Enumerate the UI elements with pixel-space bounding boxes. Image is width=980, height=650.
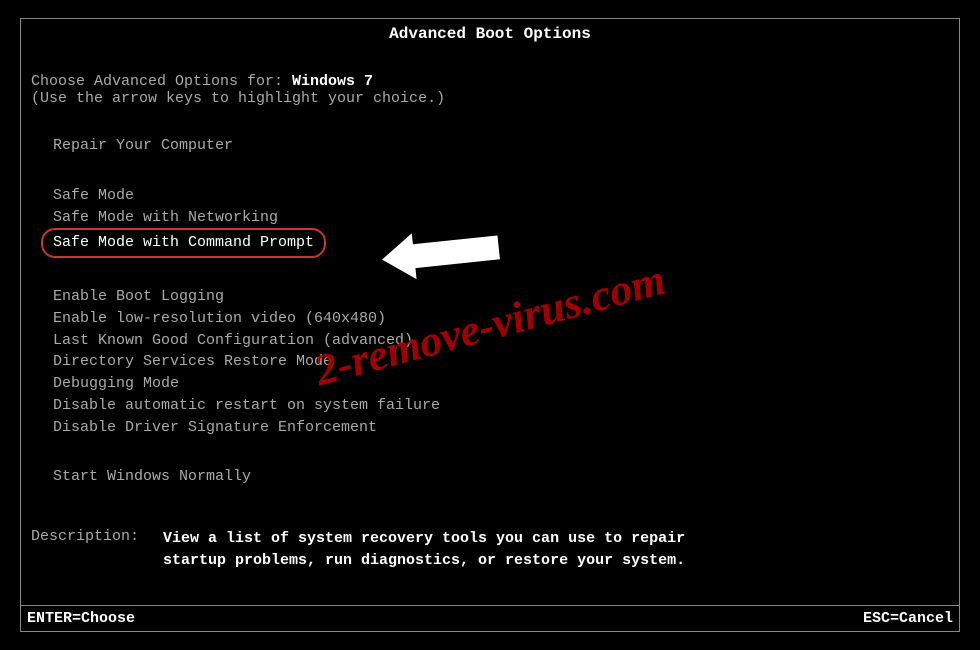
menu-repair[interactable]: Repair Your Computer — [53, 135, 949, 157]
description-text: View a list of system recovery tools you… — [163, 528, 685, 572]
footer-esc: ESC=Cancel — [863, 610, 953, 627]
menu-safe-mode[interactable]: Safe Mode — [53, 185, 949, 207]
intro-prefix: Choose Advanced Options for: — [31, 73, 292, 90]
page-title: Advanced Boot Options — [21, 19, 959, 49]
screen-border: Advanced Boot Options Choose Advanced Op… — [20, 18, 960, 632]
menu-debugging[interactable]: Debugging Mode — [53, 373, 949, 395]
boot-menu: Repair Your Computer Safe Mode Safe Mode… — [31, 135, 949, 488]
highlighted-option: Safe Mode with Command Prompt — [41, 228, 326, 258]
menu-start-normal[interactable]: Start Windows Normally — [53, 466, 949, 488]
os-name: Windows 7 — [292, 73, 373, 90]
description-label: Description: — [31, 528, 163, 572]
menu-low-res[interactable]: Enable low-resolution video (640x480) — [53, 308, 949, 330]
intro-hint: (Use the arrow keys to highlight your ch… — [31, 90, 949, 107]
menu-safe-mode-networking[interactable]: Safe Mode with Networking — [53, 207, 949, 229]
menu-boot-logging[interactable]: Enable Boot Logging — [53, 286, 949, 308]
menu-last-known[interactable]: Last Known Good Configuration (advanced) — [53, 330, 949, 352]
footer-bar: ENTER=Choose ESC=Cancel — [21, 605, 959, 631]
menu-disable-restart[interactable]: Disable automatic restart on system fail… — [53, 395, 949, 417]
menu-ds-restore[interactable]: Directory Services Restore Mode — [53, 351, 949, 373]
footer-enter: ENTER=Choose — [27, 610, 135, 627]
menu-safe-mode-cmd[interactable]: Safe Mode with Command Prompt — [53, 228, 949, 258]
description-block: Description: View a list of system recov… — [31, 528, 949, 572]
intro-block: Choose Advanced Options for: Windows 7 (… — [31, 73, 949, 107]
menu-disable-sig[interactable]: Disable Driver Signature Enforcement — [53, 417, 949, 439]
